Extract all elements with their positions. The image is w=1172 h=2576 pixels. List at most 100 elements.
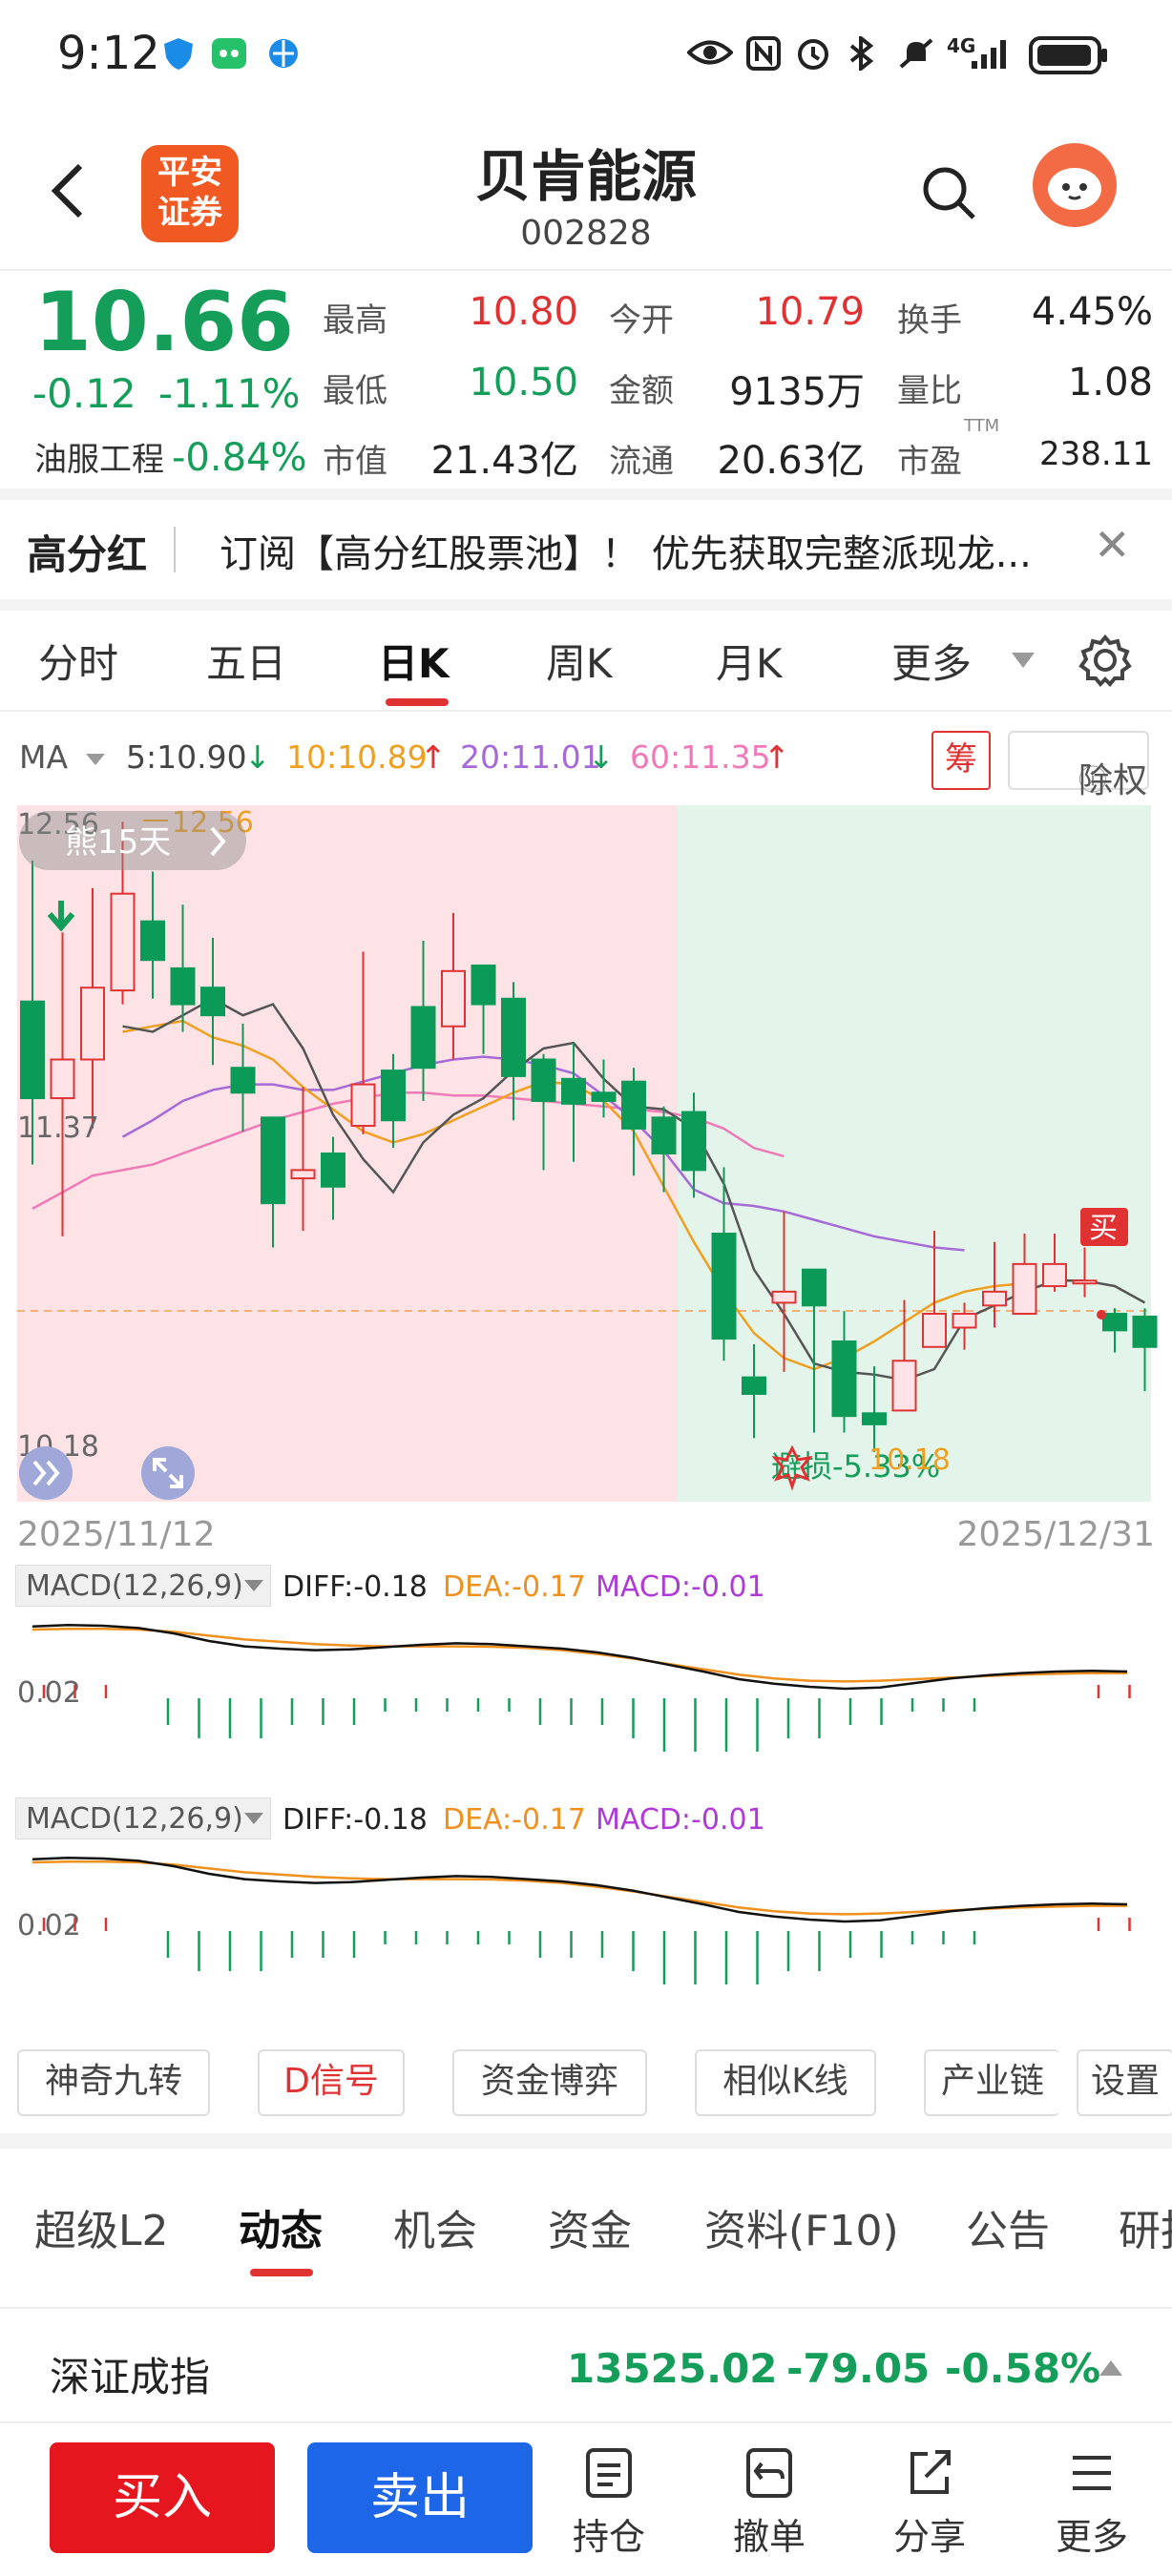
positions-button[interactable]: 持仓: [552, 2446, 666, 2560]
tab-funds[interactable]: 资金: [548, 2196, 632, 2257]
status-bar: 9:12 4G: [0, 0, 1172, 114]
candle-body: [410, 1006, 436, 1070]
close-icon[interactable]: ✕: [1094, 519, 1131, 571]
macd-selector[interactable]: MACD(12,26,9): [15, 1565, 271, 1607]
macd-axis-label: 0.02: [17, 1909, 81, 1942]
nfc-icon: [746, 36, 781, 71]
banner-text[interactable]: 订阅【高分红股票池】！ 优先获取完整派现龙...: [220, 523, 1032, 578]
ma20-value: 20:11.01: [460, 738, 601, 776]
tab-announcements[interactable]: 公告: [966, 2196, 1050, 2257]
macd-chart: 0.02: [17, 1856, 1131, 1984]
quote-value: 10.50: [469, 361, 578, 405]
index-change: -79.05: [786, 2345, 931, 2392]
candle-body: [1012, 1262, 1037, 1316]
chevron-down-icon[interactable]: [242, 1578, 265, 1593]
tab-monthly-k[interactable]: 月K: [716, 632, 783, 690]
ma-selector[interactable]: MA: [19, 738, 68, 776]
ma10-up-icon: ↑: [420, 738, 447, 776]
tab-weekly-k[interactable]: 周K: [546, 632, 613, 690]
macd-name: MACD(12,26,9): [26, 1569, 243, 1603]
expand-up-icon[interactable]: [1098, 2358, 1124, 2378]
ma60-value: 60:11.35: [630, 738, 771, 776]
candle-body: [471, 965, 496, 1006]
positions-label: 持仓: [572, 2516, 645, 2558]
candle-body: [1042, 1262, 1067, 1288]
sell-button[interactable]: 卖出: [307, 2442, 533, 2553]
chevron-down-icon[interactable]: [242, 1811, 265, 1826]
macd-axis-label: 0.02: [17, 1676, 81, 1710]
tab-more[interactable]: 更多: [891, 632, 972, 690]
tool-magic-nine[interactable]: 神奇九转: [17, 2049, 210, 2116]
ex-rights-button[interactable]: ⓘ 除权: [1008, 731, 1149, 800]
kline-chart[interactable]: 12.56 11.37 10.18 12.56 熊15天 买 避损-5.33% …: [0, 792, 1172, 1517]
tab-five-day[interactable]: 五日: [206, 632, 286, 690]
tab-daily-k[interactable]: 日K: [378, 632, 450, 690]
tab-intraday[interactable]: 分时: [38, 632, 118, 690]
chevron-down-icon[interactable]: [84, 752, 107, 767]
share-button[interactable]: 分享: [872, 2446, 987, 2560]
tool-similar-k[interactable]: 相似K线: [695, 2049, 876, 2116]
macd-selector[interactable]: MACD(12,26,9): [15, 1797, 271, 1839]
candle-body: [1072, 1279, 1098, 1285]
quote-panel: 10.66 -0.12 -1.11% 油服工程 -0.84% 最高 10.80 今…: [0, 269, 1172, 488]
candle-body: [651, 1116, 677, 1155]
tab-super-l2[interactable]: 超级L2: [34, 2196, 169, 2257]
dropdown-triangle-icon[interactable]: [1010, 651, 1036, 670]
buy-button[interactable]: 买入: [50, 2442, 275, 2553]
info-tabs: 超级L2 动态 机会 资金 资料(F10) 公告 研报: [0, 2133, 1172, 2280]
candle-body: [1132, 1315, 1158, 1348]
gear-icon[interactable]: [1078, 634, 1132, 687]
tool-industry-chain[interactable]: 产业链: [924, 2049, 1059, 2116]
cancel-order-button[interactable]: 撤单: [712, 2446, 827, 2560]
assistant-avatar[interactable]: [1033, 143, 1117, 227]
banner-divider: [174, 527, 176, 572]
quote-value: 4.45%: [1031, 290, 1153, 334]
candle-body: [321, 1153, 345, 1188]
ma10-value: 10:10.89: [286, 738, 428, 776]
quote-value: 10.80: [469, 290, 578, 334]
quote-label: 最高: [323, 301, 387, 340]
candle-body: [501, 997, 526, 1077]
tab-opportunity[interactable]: 机会: [393, 2196, 477, 2257]
sector-info[interactable]: 油服工程 -0.84%: [34, 433, 307, 480]
search-icon[interactable]: [920, 164, 977, 221]
macd-header: MACD(12,26,9) DIFF:-0.18 DEA:-0.17 MACD:…: [15, 1565, 1161, 1609]
quote-label: 流通: [609, 443, 674, 481]
menu-icon: [1073, 2456, 1111, 2490]
fullscreen-button[interactable]: [141, 1446, 195, 1500]
candle-body: [381, 1070, 406, 1122]
candle-body: [20, 1000, 45, 1100]
tab-research[interactable]: 研报: [1119, 2196, 1172, 2257]
more-button[interactable]: 更多: [1035, 2446, 1149, 2560]
signal-icon: [972, 40, 1006, 69]
quote-label: 市盈: [897, 443, 962, 481]
index-value: 13525.02: [567, 2345, 778, 2392]
macd-dea: DEA:-0.17: [443, 1570, 586, 1604]
index-ticker[interactable]: 深证成指 13525.02 -79.05 -0.58%: [0, 2307, 1172, 2423]
buy-signal-label: 买: [1089, 1212, 1118, 1245]
wechat-icon: [212, 38, 246, 69]
macd-header: MACD(12,26,9) DIFF:-0.18 DEA:-0.17 MACD:…: [15, 1797, 1161, 1841]
tool-fund-game[interactable]: 资金博弈: [452, 2049, 647, 2116]
banner-tag: 高分红: [27, 531, 148, 578]
tool-d-signal[interactable]: D信号: [258, 2049, 405, 2116]
promo-banner[interactable]: 高分红 订阅【高分红股票池】！ 优先获取完整派现龙... ✕: [0, 488, 1172, 611]
alarm-icon: [798, 39, 828, 70]
positions-icon: [586, 2448, 632, 2498]
more-label: 更多: [1055, 2516, 1128, 2558]
mute-icon: [899, 38, 933, 69]
action-bar: 买入 卖出 持仓 撤单 分享 更多: [0, 2423, 1172, 2576]
candle-body: [441, 969, 466, 1028]
tool-settings[interactable]: 设置: [1077, 2049, 1172, 2116]
tab-f10[interactable]: 资料(F10): [704, 2196, 899, 2257]
sector-name: 油服工程: [34, 441, 164, 479]
macd-dea: DEA:-0.17: [443, 1803, 586, 1837]
tab-news[interactable]: 动态: [239, 2196, 323, 2257]
candle-body: [922, 1313, 947, 1348]
macd-diff: DIFF:-0.18: [283, 1570, 428, 1604]
candle-body: [561, 1077, 586, 1105]
price-change-pct: -1.11%: [158, 370, 301, 417]
candle-body: [681, 1111, 706, 1172]
chip-distribution-button[interactable]: 筹: [931, 731, 991, 790]
candle-body: [891, 1360, 917, 1412]
